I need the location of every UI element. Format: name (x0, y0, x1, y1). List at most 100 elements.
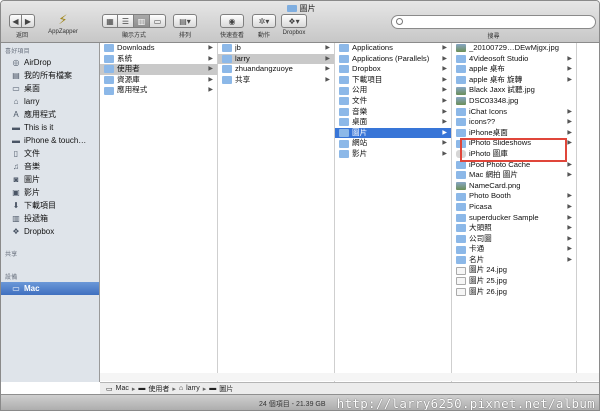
list-item[interactable]: 圖片 ▶ (335, 127, 451, 139)
list-item[interactable]: 圖片 26.jpg (452, 287, 576, 298)
list-item[interactable]: 大頭照 ▶ (452, 223, 576, 234)
list-item[interactable]: NameCard.png (452, 181, 576, 192)
chevron-right-icon: ▶ (567, 108, 572, 115)
list-item[interactable]: iPhoto 圖庫 (452, 149, 576, 160)
sidebar-item-all-files[interactable]: ▤ 我的所有檔案 (1, 69, 99, 82)
sidebar-item-documents[interactable]: ▯ 文件 (1, 147, 99, 160)
appzapper-button[interactable]: ⚡ AppZapper (43, 12, 83, 36)
list-item[interactable]: Applications (Parallels) ▶ (335, 54, 451, 65)
quicklook-button[interactable]: ◉ (220, 14, 244, 28)
folder-icon (104, 86, 114, 95)
list-item[interactable]: DSC03348.jpg (452, 96, 576, 107)
list-item[interactable]: Downloads ▶ (100, 43, 217, 54)
list-item[interactable]: 資源庫 ▶ (100, 75, 217, 86)
list-item[interactable]: 圖片 24.jpg (452, 265, 576, 276)
sidebar-item-iphone-touch[interactable]: ▬ iPhone & touch… (1, 134, 99, 147)
sidebar-item-applications[interactable]: A 應用程式 (1, 108, 99, 121)
list-item[interactable]: 公用 ▶ (335, 85, 451, 96)
sidebar-item-music[interactable]: ♫ 音樂 (1, 160, 99, 173)
sidebar-item-dropbox[interactable]: ❖ Dropbox (1, 225, 99, 238)
sidebar-item-downloads[interactable]: ⬇ 下載項目 (1, 199, 99, 212)
list-item[interactable]: 使用者 ▶ (100, 64, 217, 75)
list-item[interactable]: Dropbox ▶ (335, 64, 451, 75)
sidebar-item-pictures[interactable]: ◙ 圖片 (1, 173, 99, 186)
column-view-button[interactable]: ▥ (134, 14, 150, 28)
list-item[interactable]: 影片 ▶ (335, 149, 451, 160)
list-item[interactable]: apple 桌布 ▶ (452, 64, 576, 75)
sidebar-item-dropbox-box[interactable]: ▥ 投遞箱 (1, 212, 99, 225)
sidebar-item-movies[interactable]: ▣ 影片 (1, 186, 99, 199)
list-item[interactable]: Picasa ▶ (452, 202, 576, 213)
folder-icon (456, 234, 466, 243)
folder-icon: ▬ (138, 385, 146, 392)
folder-icon (222, 44, 232, 53)
search-input[interactable] (391, 15, 596, 29)
list-item[interactable]: iPhoto Slideshows ▶ (452, 138, 576, 149)
list-item[interactable]: 共享 ▶ (218, 75, 334, 86)
list-item[interactable]: _20100729…DEwMjgx.jpg (452, 43, 576, 54)
list-item[interactable]: superducker Sample ▶ (452, 213, 576, 224)
horizontal-scrollbar[interactable] (100, 373, 599, 381)
list-item[interactable]: 應用程式 ▶ (100, 85, 217, 96)
chevron-right-icon: ▶ (567, 66, 572, 73)
chevron-right-icon: ▶ (208, 55, 213, 62)
downloads-icon: ⬇ (12, 201, 20, 210)
list-item[interactable]: zhuandangzuoye ▶ (218, 64, 334, 75)
coverflow-view-button[interactable]: ▭ (150, 14, 166, 28)
appzapper-icon: ⚡ (58, 12, 68, 27)
sidebar-item-airdrop[interactable]: ◎ AirDrop (1, 56, 99, 69)
sidebar-item-mac[interactable]: ▭ Mac (1, 282, 99, 295)
list-item[interactable]: 音樂 ▶ (335, 107, 451, 118)
path-item[interactable]: larry (186, 385, 200, 392)
list-item[interactable]: 卡通 ▶ (452, 244, 576, 255)
sidebar: 喜好項目 ◎ AirDrop ▤ 我的所有檔案 ▭ 桌面 ⌂ larry A 應用程式 ▬… (1, 43, 100, 382)
icon-view-button[interactable]: ▦ (102, 14, 118, 28)
devices-header: 設備 (5, 275, 18, 281)
list-view-button[interactable]: ☰ (118, 14, 134, 28)
list-item[interactable]: 桌面 ▶ (335, 117, 451, 128)
list-item[interactable]: 4Videosoft Studio ▶ (452, 54, 576, 65)
list-item[interactable]: 公司圖 ▶ (452, 234, 576, 245)
folder-icon: ▬ (12, 123, 20, 132)
list-item[interactable]: iPhone桌面 ▶ (452, 128, 576, 139)
sidebar-item-desktop[interactable]: ▭ 桌面 (1, 82, 99, 95)
folder-icon: ▬ (209, 385, 217, 392)
folder-icon (339, 139, 349, 148)
chevron-right-icon: ▶ (442, 87, 447, 94)
folder-icon (456, 54, 466, 63)
chevron-right-icon: ▶ (567, 161, 572, 168)
list-item[interactable]: iPod Photo Cache ▶ (452, 160, 576, 171)
action-button[interactable]: ✲▾ (252, 14, 276, 28)
list-item[interactable]: Black Jaxx 試聽.jpg (452, 85, 576, 96)
arrange-button[interactable]: ▤▾ (173, 14, 197, 28)
list-item[interactable]: 名片 ▶ (452, 255, 576, 266)
movies-icon: ▣ (12, 188, 20, 197)
list-item[interactable]: 系統 ▶ (100, 54, 217, 65)
folder-icon (339, 76, 349, 85)
path-item[interactable]: 使用者 (148, 384, 169, 394)
list-item[interactable]: Applications ▶ (335, 43, 451, 54)
list-item[interactable]: 圖片 25.jpg (452, 276, 576, 287)
list-item[interactable]: 下載項目 ▶ (335, 75, 451, 86)
list-item[interactable]: icons?? ▶ (452, 117, 576, 128)
sidebar-item-home[interactable]: ⌂ larry (1, 95, 99, 108)
dropbox-button[interactable]: ❖▾ (281, 14, 307, 28)
list-item[interactable]: apple 桌布 旋轉 ▶ (452, 75, 576, 86)
chevron-right-icon: ▶ (567, 119, 572, 126)
list-item[interactable]: jb ▶ (218, 43, 334, 54)
list-item[interactable]: iChat Icons ▶ (452, 107, 576, 118)
list-item[interactable]: 網站 ▶ (335, 138, 451, 149)
sidebar-item-this-is-it[interactable]: ▬ This is it (1, 121, 99, 134)
chevron-right-icon: ▶ (567, 172, 572, 179)
chevron-right-icon: ▶ (567, 76, 572, 83)
chevron-right-icon: ▶ (442, 119, 447, 126)
path-item[interactable]: Mac (116, 385, 129, 392)
list-item[interactable]: 文件 ▶ (335, 96, 451, 107)
list-item[interactable]: Photo Booth ▶ (452, 191, 576, 202)
list-item[interactable]: Mac 網拍 圖片 ▶ (452, 170, 576, 181)
forward-button[interactable]: ▶ (22, 14, 35, 28)
chevron-right-icon: ▶ (325, 45, 330, 51)
path-item[interactable]: 圖片 (219, 384, 233, 394)
list-item[interactable]: larry ▶ (218, 53, 334, 65)
back-button[interactable]: ◀ (9, 14, 22, 28)
